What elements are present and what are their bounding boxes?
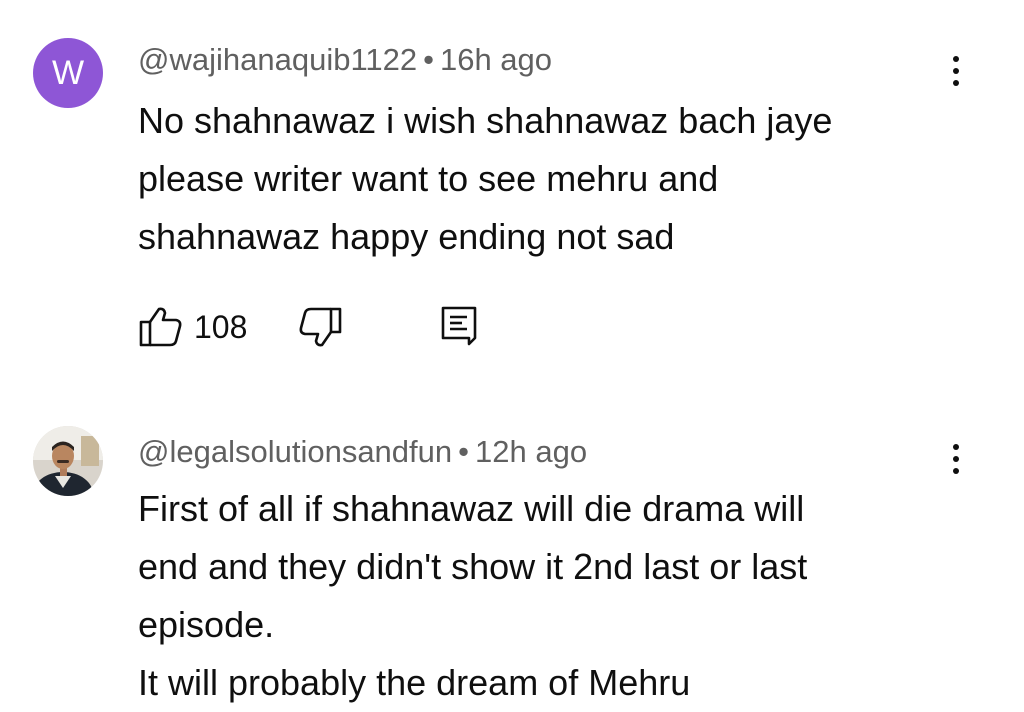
profile-photo xyxy=(33,426,103,496)
comment-username[interactable]: @wajihanaquib1122 xyxy=(138,42,417,77)
comment-text-line: No shahnawaz i wish shahnawaz bach jaye xyxy=(138,100,833,141)
comment-item: @legalsolutionsandfun • 12h ago First of a… xyxy=(0,400,1024,709)
reply-button[interactable] xyxy=(440,305,478,349)
thumbs-down-icon xyxy=(299,307,342,347)
comment-text: No shahnawaz i wish shahnawaz bach jaye … xyxy=(138,92,978,266)
comment-header: @legalsolutionsandfun • 12h ago xyxy=(138,434,587,470)
comment-timestamp[interactable]: 16h ago xyxy=(440,42,552,77)
comment-timestamp[interactable]: 12h ago xyxy=(475,434,587,469)
more-vertical-icon xyxy=(953,468,959,474)
comment-item: W @wajihanaquib1122 • 16h ago No shahnawaz… xyxy=(0,0,1024,380)
thumbs-up-icon xyxy=(139,307,182,347)
comment-text-line: It will probably the dream of Mehru xyxy=(138,662,691,703)
avatar[interactable] xyxy=(33,426,103,496)
comment-text-line: please writer want to see mehru and xyxy=(138,158,719,199)
separator-dot: • xyxy=(458,434,469,469)
reply-comment-icon xyxy=(441,306,477,346)
like-button[interactable] xyxy=(138,305,184,349)
comment-username[interactable]: @legalsolutionsandfun xyxy=(138,434,452,469)
more-options-button[interactable] xyxy=(936,46,976,96)
more-vertical-icon xyxy=(953,56,959,62)
more-vertical-icon xyxy=(953,68,959,74)
like-count: 108 xyxy=(194,309,248,345)
comment-text-line: end and they didn't show it 2nd last or … xyxy=(138,546,808,587)
comment-text-line: episode. xyxy=(138,604,275,645)
comment-text: First of all if shahnawaz will die drama… xyxy=(138,480,978,712)
dislike-button[interactable] xyxy=(297,307,343,351)
more-vertical-icon xyxy=(953,444,959,450)
comment-text-line: shahnawaz happy ending not sad xyxy=(138,216,675,257)
comment-header: @wajihanaquib1122 • 16h ago xyxy=(138,42,552,78)
more-options-button[interactable] xyxy=(936,434,976,484)
more-vertical-icon xyxy=(953,456,959,462)
avatar[interactable]: W xyxy=(33,38,103,108)
separator-dot: • xyxy=(423,42,434,77)
more-vertical-icon xyxy=(953,80,959,86)
comment-text-line: First of all if shahnawaz will die drama… xyxy=(138,488,805,529)
